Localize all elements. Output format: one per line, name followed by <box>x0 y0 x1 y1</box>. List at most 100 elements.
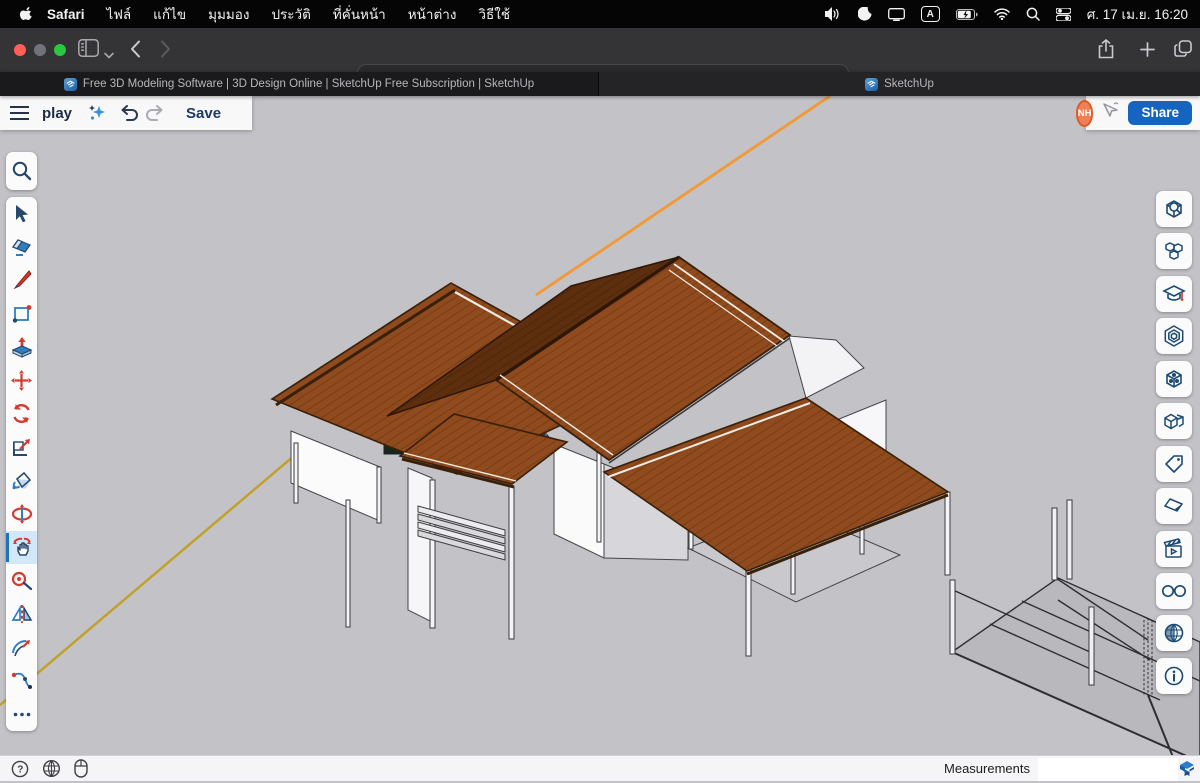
offset-icon <box>11 504 33 524</box>
minimize-window-button[interactable] <box>34 44 46 56</box>
select-arrow-icon <box>14 204 30 223</box>
scale-tool[interactable] <box>6 431 37 464</box>
apple-menu[interactable] <box>20 7 33 22</box>
panel-display[interactable] <box>1156 361 1192 397</box>
freehand-tool[interactable] <box>6 664 37 697</box>
redo-button[interactable] <box>142 100 168 126</box>
back-icon[interactable] <box>130 40 141 63</box>
zoom-search-tool[interactable] <box>6 152 37 190</box>
tape-measure-icon <box>11 571 33 591</box>
chevron-down-icon[interactable] <box>104 46 114 64</box>
status-bar: ? Measurements <box>0 755 1200 781</box>
spotlight-icon[interactable] <box>1026 7 1040 21</box>
panel-soften-edges[interactable] <box>1156 488 1192 524</box>
offset-tool[interactable] <box>6 497 37 530</box>
eraser-icon <box>11 237 33 257</box>
close-window-button[interactable] <box>14 44 26 56</box>
hamburger-menu[interactable] <box>6 100 32 126</box>
arc-tool[interactable] <box>6 631 37 664</box>
fullscreen-window-button[interactable] <box>54 44 66 56</box>
help-icon[interactable]: ? <box>11 760 29 778</box>
flip-tool[interactable] <box>6 598 37 631</box>
display-icon[interactable] <box>888 8 905 21</box>
soften-edges-icon <box>1163 496 1185 516</box>
push-pull-icon <box>11 336 33 358</box>
panel-scenes[interactable] <box>1156 531 1192 567</box>
ai-sparkle-icon[interactable] <box>84 100 110 126</box>
menu-item-window[interactable]: หน้าต่าง <box>408 3 457 25</box>
sketchup-favicon <box>64 78 77 91</box>
house-model <box>0 96 1200 755</box>
forward-icon[interactable] <box>160 40 171 63</box>
menu-item-file[interactable]: ไฟล์ <box>107 3 132 25</box>
rectangle-icon <box>12 304 32 324</box>
share-button[interactable]: Share <box>1128 101 1192 125</box>
rotate-tool[interactable] <box>6 397 37 430</box>
language-globe-icon[interactable] <box>42 759 61 778</box>
dark-mode-icon[interactable] <box>858 7 872 21</box>
paint-bucket-tool[interactable] <box>6 464 37 497</box>
info-icon <box>1163 665 1185 687</box>
mouse-icon[interactable] <box>74 759 88 778</box>
tape-measure-tool[interactable] <box>6 564 37 597</box>
menu-item-view[interactable]: มุมมอง <box>208 3 249 25</box>
menu-item-safari[interactable]: Safari <box>47 7 85 22</box>
menu-item-bookmarks[interactable]: ที่คั่นหน้า <box>333 3 386 25</box>
menu-item-help[interactable]: วิธีใช้ <box>478 3 510 25</box>
tab-sketchup-marketing[interactable]: Free 3D Modeling Software | 3D Design On… <box>0 72 599 96</box>
save-button[interactable]: Save <box>186 105 221 122</box>
axis-line-yellow <box>0 455 295 705</box>
move-icon <box>11 370 32 391</box>
model-canvas[interactable]: SketchUp Upgrade Now <box>0 96 1200 755</box>
move-tool[interactable] <box>6 364 37 397</box>
push-pull-tool[interactable] <box>6 331 37 364</box>
outliner-cube-icon <box>1162 410 1186 432</box>
more-tools[interactable] <box>6 698 37 731</box>
new-tab-icon[interactable] <box>1140 42 1155 62</box>
panel-views[interactable] <box>1156 573 1192 609</box>
model-title[interactable]: play <box>42 105 72 122</box>
scale-icon <box>12 437 32 457</box>
panel-model-info[interactable] <box>1156 658 1192 694</box>
panel-styles[interactable] <box>1156 318 1192 354</box>
pencil-icon <box>12 270 32 290</box>
orbit-tool[interactable] <box>6 531 37 564</box>
panel-components[interactable] <box>1156 233 1192 269</box>
battery-icon[interactable] <box>956 9 978 20</box>
measurements-input[interactable] <box>1038 758 1178 781</box>
menu-clock[interactable]: ศ. 17 เม.ย. 16:20 <box>1087 3 1188 25</box>
undo-button[interactable] <box>116 100 142 126</box>
tag-icon <box>1163 453 1185 475</box>
app-header-right: NH Share <box>1086 96 1200 130</box>
tab-sketchup-app[interactable]: SketchUp <box>599 72 1200 96</box>
tab-title: Free 3D Modeling Software | 3D Design On… <box>83 78 534 90</box>
safari-tab-bar: Free 3D Modeling Software | 3D Design On… <box>0 72 1200 96</box>
components-icon <box>1163 240 1185 262</box>
app-header-left: play Save <box>0 96 252 130</box>
panel-location[interactable] <box>1156 615 1192 651</box>
styles-icon <box>1163 325 1185 347</box>
views-glasses-icon <box>1161 584 1187 598</box>
panel-tags[interactable] <box>1156 446 1192 482</box>
select-tool[interactable] <box>6 197 37 230</box>
rectangle-tool[interactable] <box>6 297 37 330</box>
panel-outliner[interactable] <box>1156 403 1192 439</box>
share-icon[interactable] <box>1098 39 1114 64</box>
left-tool-rail <box>6 197 37 731</box>
menu-item-edit[interactable]: แก้ไข <box>153 3 186 25</box>
eraser-tool[interactable] <box>6 230 37 263</box>
control-center-icon[interactable] <box>1056 8 1071 21</box>
panel-instructor[interactable] <box>1156 276 1192 312</box>
collaborate-cursor-icon[interactable] <box>1102 102 1119 125</box>
flip-icon <box>11 604 33 624</box>
menu-item-history[interactable]: ประวัติ <box>271 3 310 25</box>
tab-overview-icon[interactable] <box>1174 40 1192 63</box>
tab-title: SketchUp <box>884 78 934 90</box>
panel-entity-info[interactable] <box>1156 191 1192 227</box>
sidebar-icon[interactable] <box>78 39 99 62</box>
wifi-icon[interactable] <box>994 8 1010 20</box>
volume-icon[interactable] <box>825 7 842 21</box>
line-tool[interactable] <box>6 264 37 297</box>
avatar[interactable]: NH <box>1076 100 1094 127</box>
input-source-badge[interactable]: A <box>921 6 940 22</box>
